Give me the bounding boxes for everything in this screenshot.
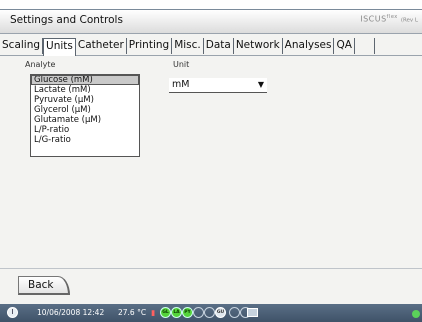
unit-select-value: mM — [172, 79, 190, 90]
analyte-item-glutamate[interactable]: Glutamate (µM) — [31, 115, 139, 125]
sample-vial-icon[interactable] — [204, 307, 215, 318]
tab-printing[interactable]: Printing — [126, 38, 173, 54]
status-datetime: 10/06/2008 12:42 — [37, 308, 105, 317]
tab-misc[interactable]: Misc. — [172, 38, 204, 54]
tab-bar: Scaling Units Catheter Printing Misc. Da… — [0, 36, 422, 56]
network-status-icon — [412, 310, 420, 318]
chevron-down-icon: ▼ — [257, 80, 264, 89]
sample-vial-icon[interactable]: GL — [160, 307, 171, 318]
tab-qa[interactable]: QA — [334, 38, 355, 54]
analyte-item-pyruvate[interactable]: Pyruvate (µM) — [31, 95, 139, 105]
tab-units[interactable]: Units — [43, 38, 76, 56]
brand-revision: (Rev L — [400, 17, 418, 24]
lock-icon: ▮ — [151, 308, 156, 317]
analyte-item-lactate[interactable]: Lactate (mM) — [31, 85, 139, 95]
tab-data[interactable]: Data — [203, 38, 234, 54]
sample-vial-icon[interactable]: LA — [171, 307, 182, 318]
brand-name: ISCUS — [360, 14, 387, 24]
tab-network[interactable]: Network — [233, 38, 283, 54]
power-icon[interactable] — [7, 307, 18, 318]
brand-flex: flex — [386, 14, 398, 20]
analyte-item-glycerol[interactable]: Glycerol (µM) — [31, 105, 139, 115]
top-strip — [0, 0, 422, 9]
tab-empty — [354, 38, 375, 54]
analyte-item-lp-ratio[interactable]: L/P-ratio — [31, 125, 139, 135]
tab-analyses[interactable]: Analyses — [282, 38, 335, 54]
tab-catheter[interactable]: Catheter — [75, 38, 127, 54]
printer-icon[interactable] — [247, 308, 258, 317]
sample-vial-icon[interactable]: PY — [182, 307, 193, 318]
unit-select[interactable]: mM ▼ — [169, 78, 267, 93]
settings-window: Settings and Controls ISCUSflex (Rev L S… — [0, 0, 422, 322]
sample-vial-icon[interactable] — [229, 307, 240, 318]
back-button-label: Back — [28, 279, 54, 291]
back-button[interactable]: Back — [18, 276, 70, 295]
title-bar: Settings and Controls ISCUSflex (Rev L — [0, 9, 422, 34]
analyte-label: Analyte — [25, 60, 56, 69]
sample-vial-icon[interactable] — [193, 307, 204, 318]
status-temperature: 27.6 °C — [118, 308, 147, 317]
window-title: Settings and Controls — [10, 14, 123, 26]
analyte-listbox[interactable]: Glucose (mM) Lactate (mM) Pyruvate (µM) … — [30, 74, 140, 157]
sample-vial-icon[interactable]: GU — [215, 307, 226, 318]
tab-scaling[interactable]: Scaling — [0, 38, 44, 54]
status-bar: 10/06/2008 12:42 27.6 °C ▮ GL LA PY GU — [0, 304, 422, 322]
brand-logo: ISCUSflex (Rev L — [360, 14, 418, 24]
unit-label: Unit — [173, 60, 190, 69]
analyte-item-glucose[interactable]: Glucose (mM) — [31, 75, 139, 85]
analyte-item-lg-ratio[interactable]: L/G-ratio — [31, 135, 139, 145]
